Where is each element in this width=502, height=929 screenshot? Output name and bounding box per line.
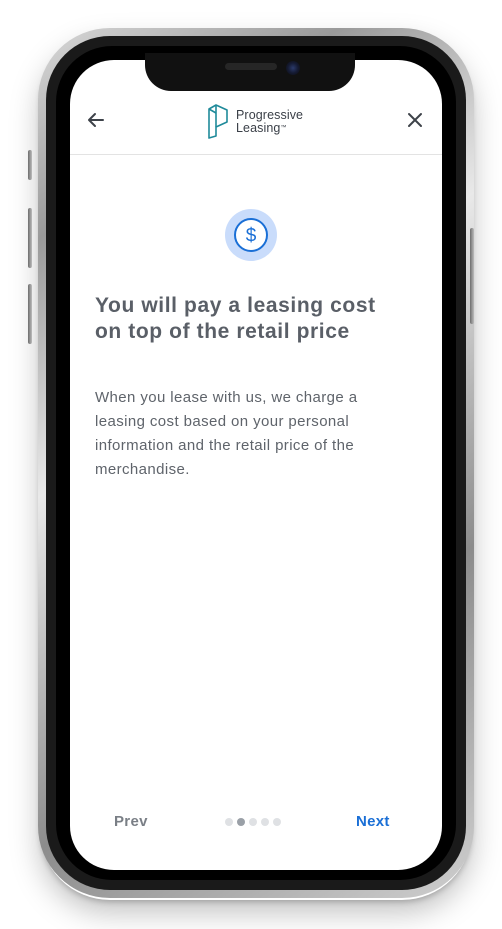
prev-button[interactable]: Prev: [114, 813, 148, 830]
close-button[interactable]: [403, 108, 427, 132]
pagination-dot-3: [249, 818, 257, 826]
phone-notch: [145, 53, 355, 91]
close-icon: [408, 113, 422, 127]
next-button[interactable]: Next: [356, 813, 390, 830]
pagination-dot-5: [273, 818, 281, 826]
logo-mark-icon: [208, 104, 228, 139]
pagination-dot-4: [261, 818, 269, 826]
page-title: You will pay a leasing cost on top of th…: [95, 294, 376, 343]
back-button[interactable]: [84, 108, 108, 132]
dollar-badge: $: [225, 209, 277, 261]
logo-wordmark: Progressive Leasing™: [236, 109, 303, 134]
svg-text:$: $: [246, 226, 257, 247]
volume-down-button: [28, 284, 32, 344]
front-camera: [286, 61, 300, 75]
progressive-leasing-logo: Progressive Leasing™: [206, 103, 316, 139]
pagination-dot-1: [225, 818, 233, 826]
description-text: When you lease with us, we charge a leas…: [95, 389, 358, 478]
arrow-left-icon: [88, 113, 104, 127]
logo-line-2: Leasing: [236, 120, 281, 135]
phone-screen: Progressive Leasing™ $ You will pay a le…: [70, 60, 442, 870]
mute-switch: [28, 150, 32, 180]
earpiece-speaker: [225, 63, 277, 70]
pagination-dot-2-active: [237, 818, 245, 826]
trademark-symbol: ™: [280, 124, 287, 131]
volume-up-button: [28, 208, 32, 268]
pagination-dots: [225, 818, 281, 826]
power-button: [470, 228, 474, 324]
dollar-circle-icon: $: [234, 218, 268, 252]
